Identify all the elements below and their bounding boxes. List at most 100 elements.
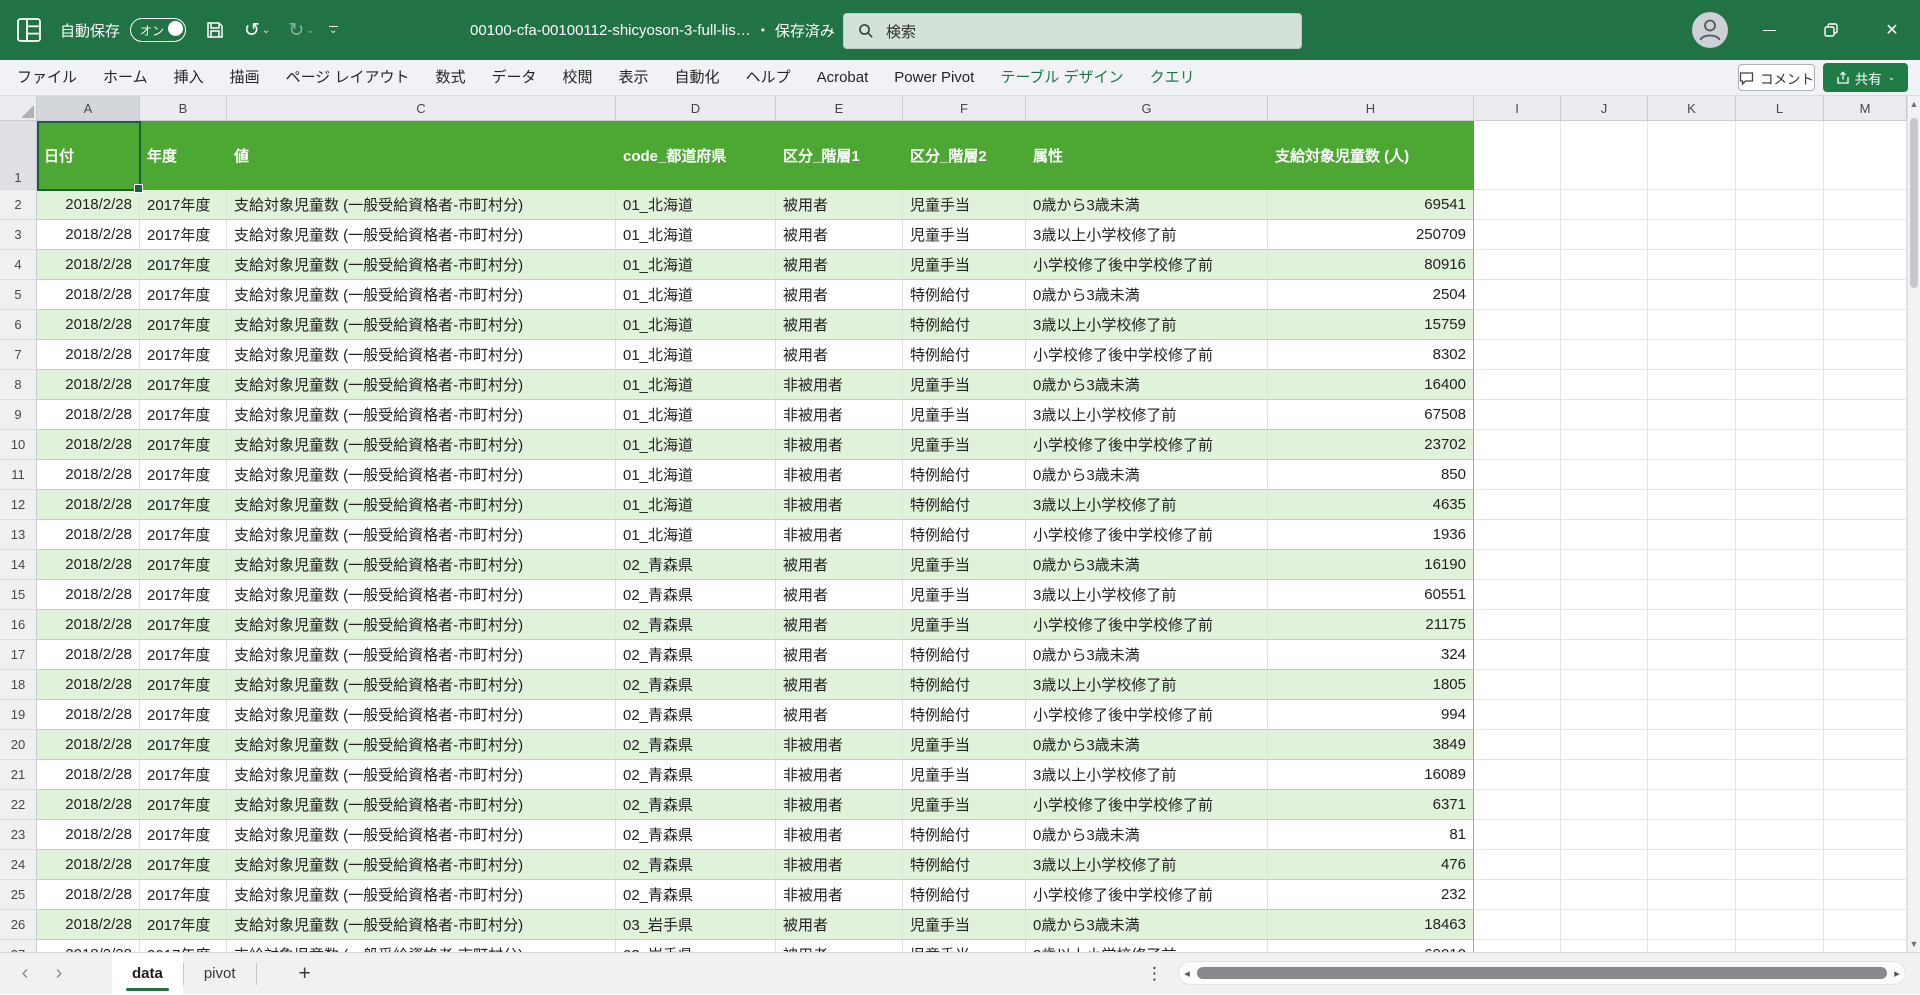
cell-D15[interactable]: 02_青森県 bbox=[616, 580, 776, 610]
quick-access-chevron-icon[interactable]: ⌄ bbox=[328, 26, 338, 36]
cell-G27[interactable]: 3歳以上小学校修了前 bbox=[1026, 940, 1268, 952]
cell-I16[interactable] bbox=[1474, 610, 1561, 640]
cell-D13[interactable]: 01_北海道 bbox=[616, 520, 776, 550]
restore-button[interactable] bbox=[1805, 0, 1857, 60]
header-cell-C1[interactable]: 値 bbox=[227, 121, 616, 190]
cell-M15[interactable] bbox=[1824, 580, 1907, 610]
cell-G2[interactable]: 0歳から3歳未満 bbox=[1026, 190, 1268, 220]
column-header-L[interactable]: L bbox=[1736, 96, 1824, 121]
cell-H9[interactable]: 67508 bbox=[1268, 400, 1474, 430]
cell-F7[interactable]: 特例給付 bbox=[903, 340, 1026, 370]
cell-G9[interactable]: 3歳以上小学校修了前 bbox=[1026, 400, 1268, 430]
cell-E17[interactable]: 被用者 bbox=[776, 640, 903, 670]
cell-A2[interactable]: 2018/2/28 bbox=[37, 190, 140, 220]
cell-D2[interactable]: 01_北海道 bbox=[616, 190, 776, 220]
cell-K15[interactable] bbox=[1648, 580, 1736, 610]
cell-F6[interactable]: 特例給付 bbox=[903, 310, 1026, 340]
ribbon-tab-表示[interactable]: 表示 bbox=[606, 60, 662, 95]
cell-G12[interactable]: 3歳以上小学校修了前 bbox=[1026, 490, 1268, 520]
cell-D3[interactable]: 01_北海道 bbox=[616, 220, 776, 250]
cell-I6[interactable] bbox=[1474, 310, 1561, 340]
cell-E18[interactable]: 被用者 bbox=[776, 670, 903, 700]
cell-G11[interactable]: 0歳から3歳未満 bbox=[1026, 460, 1268, 490]
cell-A20[interactable]: 2018/2/28 bbox=[37, 730, 140, 760]
cell-F18[interactable]: 特例給付 bbox=[903, 670, 1026, 700]
cell-I26[interactable] bbox=[1474, 910, 1561, 940]
cell-E21[interactable]: 非被用者 bbox=[776, 760, 903, 790]
cell-F15[interactable]: 児童手当 bbox=[903, 580, 1026, 610]
cell-I20[interactable] bbox=[1474, 730, 1561, 760]
row-header-19[interactable]: 19 bbox=[0, 700, 37, 730]
cell-F22[interactable]: 児童手当 bbox=[903, 790, 1026, 820]
cell-M4[interactable] bbox=[1824, 250, 1907, 280]
row-header-16[interactable]: 16 bbox=[0, 610, 37, 640]
cell-E24[interactable]: 非被用者 bbox=[776, 850, 903, 880]
cell-G5[interactable]: 0歳から3歳未満 bbox=[1026, 280, 1268, 310]
cell-C10[interactable]: 支給対象児童数 (一般受給資格者-市町村分) bbox=[227, 430, 616, 460]
cell-D6[interactable]: 01_北海道 bbox=[616, 310, 776, 340]
ribbon-tab-校閲[interactable]: 校閲 bbox=[550, 60, 606, 95]
cell-I12[interactable] bbox=[1474, 490, 1561, 520]
cell-H12[interactable]: 4635 bbox=[1268, 490, 1474, 520]
cell-I17[interactable] bbox=[1474, 640, 1561, 670]
cell-M12[interactable] bbox=[1824, 490, 1907, 520]
cell-A27[interactable]: 2018/2/28 bbox=[37, 940, 140, 952]
cell-B9[interactable]: 2017年度 bbox=[140, 400, 227, 430]
cell-M18[interactable] bbox=[1824, 670, 1907, 700]
row-header-17[interactable]: 17 bbox=[0, 640, 37, 670]
cell-M3[interactable] bbox=[1824, 220, 1907, 250]
cell-C20[interactable]: 支給対象児童数 (一般受給資格者-市町村分) bbox=[227, 730, 616, 760]
save-icon[interactable] bbox=[204, 19, 226, 41]
cell-M10[interactable] bbox=[1824, 430, 1907, 460]
cell-E10[interactable]: 非被用者 bbox=[776, 430, 903, 460]
column-header-B[interactable]: B bbox=[140, 96, 227, 121]
cell-G19[interactable]: 小学校修了後中学校修了前 bbox=[1026, 700, 1268, 730]
cell-J25[interactable] bbox=[1561, 880, 1648, 910]
cell-J12[interactable] bbox=[1561, 490, 1648, 520]
cell-F25[interactable]: 特例給付 bbox=[903, 880, 1026, 910]
cell-J18[interactable] bbox=[1561, 670, 1648, 700]
cell-H24[interactable]: 476 bbox=[1268, 850, 1474, 880]
cell-B5[interactable]: 2017年度 bbox=[140, 280, 227, 310]
cell-K4[interactable] bbox=[1648, 250, 1736, 280]
search-box[interactable]: 検索 bbox=[843, 13, 1302, 49]
row-header-13[interactable]: 13 bbox=[0, 520, 37, 550]
cell-A4[interactable]: 2018/2/28 bbox=[37, 250, 140, 280]
cell-I2[interactable] bbox=[1474, 190, 1561, 220]
cell-E7[interactable]: 被用者 bbox=[776, 340, 903, 370]
cell-L12[interactable] bbox=[1736, 490, 1824, 520]
cell-D20[interactable]: 02_青森県 bbox=[616, 730, 776, 760]
cell-K2[interactable] bbox=[1648, 190, 1736, 220]
column-header-K[interactable]: K bbox=[1648, 96, 1736, 121]
cell-H7[interactable]: 8302 bbox=[1268, 340, 1474, 370]
cell-I11[interactable] bbox=[1474, 460, 1561, 490]
cell-H18[interactable]: 1805 bbox=[1268, 670, 1474, 700]
cell-A21[interactable]: 2018/2/28 bbox=[37, 760, 140, 790]
row-header-21[interactable]: 21 bbox=[0, 760, 37, 790]
row-header-2[interactable]: 2 bbox=[0, 190, 37, 220]
cell-C8[interactable]: 支給対象児童数 (一般受給資格者-市町村分) bbox=[227, 370, 616, 400]
minimize-button[interactable] bbox=[1743, 0, 1795, 60]
cell-L16[interactable] bbox=[1736, 610, 1824, 640]
cell-G13[interactable]: 小学校修了後中学校修了前 bbox=[1026, 520, 1268, 550]
cell-B3[interactable]: 2017年度 bbox=[140, 220, 227, 250]
cell-D22[interactable]: 02_青森県 bbox=[616, 790, 776, 820]
cell-B12[interactable]: 2017年度 bbox=[140, 490, 227, 520]
cell-D9[interactable]: 01_北海道 bbox=[616, 400, 776, 430]
cell-E27[interactable]: 被用者 bbox=[776, 940, 903, 952]
cell-I8[interactable] bbox=[1474, 370, 1561, 400]
cell-B20[interactable]: 2017年度 bbox=[140, 730, 227, 760]
ribbon-tab-描画[interactable]: 描画 bbox=[217, 60, 273, 95]
cell-E23[interactable]: 非被用者 bbox=[776, 820, 903, 850]
cell-L23[interactable] bbox=[1736, 820, 1824, 850]
cell-C26[interactable]: 支給対象児童数 (一般受給資格者-市町村分) bbox=[227, 910, 616, 940]
cell-B27[interactable]: 2017年度 bbox=[140, 940, 227, 952]
cell-D16[interactable]: 02_青森県 bbox=[616, 610, 776, 640]
cell-A10[interactable]: 2018/2/28 bbox=[37, 430, 140, 460]
cell-I14[interactable] bbox=[1474, 550, 1561, 580]
column-header-G[interactable]: G bbox=[1026, 96, 1268, 121]
cell-L3[interactable] bbox=[1736, 220, 1824, 250]
cell-L21[interactable] bbox=[1736, 760, 1824, 790]
cell-D17[interactable]: 02_青森県 bbox=[616, 640, 776, 670]
cell-A8[interactable]: 2018/2/28 bbox=[37, 370, 140, 400]
